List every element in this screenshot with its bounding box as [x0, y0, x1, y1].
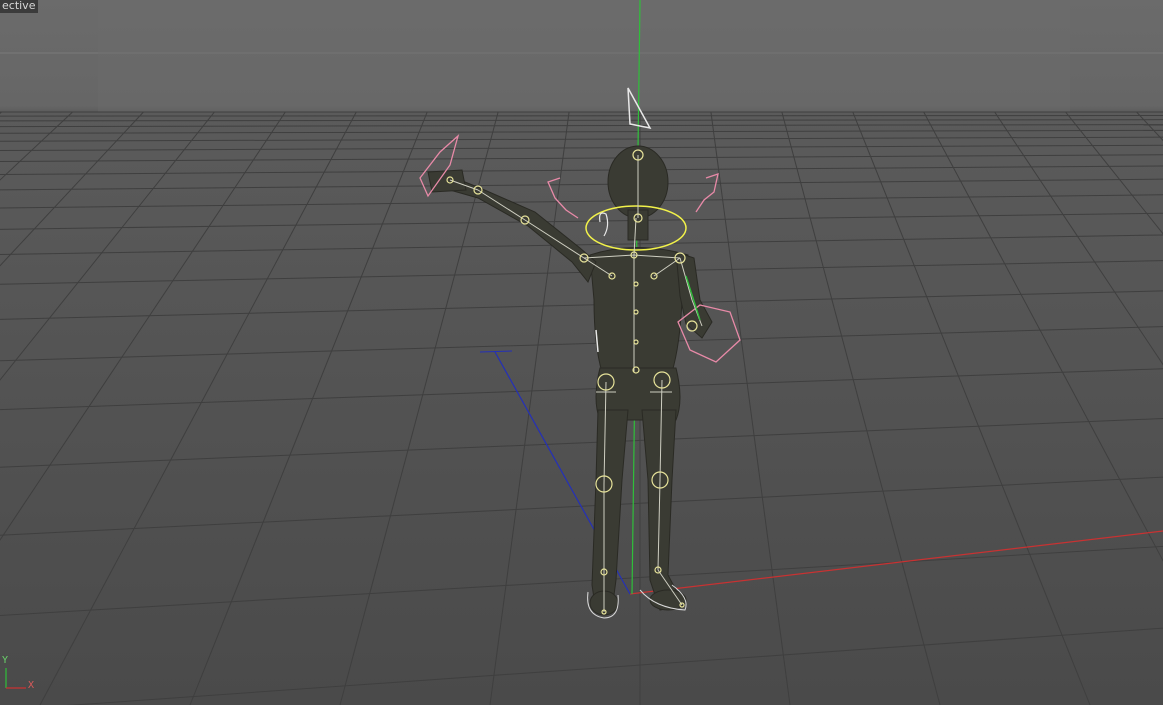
grid-line-cross — [0, 124, 1163, 128]
grid-line-cross — [0, 368, 1163, 411]
axis-gizmo — [5, 668, 26, 689]
grid-line-depth — [710, 111, 791, 705]
grid-line-cross — [0, 417, 1163, 468]
grid-line-depth — [1136, 111, 1163, 142]
grid-line-depth — [923, 111, 1163, 562]
grid-line-depth — [0, 111, 2, 114]
grid-line-cross — [0, 119, 1163, 122]
grid-line-cross — [0, 194, 1163, 209]
figure-arm-lowered[interactable] — [675, 251, 713, 339]
sky-panel — [98, 0, 1070, 112]
grid-line-cross — [0, 212, 1163, 230]
ear-helper-icon — [599, 212, 609, 237]
grid-line-cross — [0, 326, 1163, 362]
floor-grid — [0, 111, 1163, 705]
viewport-canvas[interactable] — [0, 0, 1163, 705]
grid-line-cross — [0, 178, 1163, 191]
figure-leg-left[interactable] — [641, 409, 685, 611]
grid-line-cross — [0, 545, 1163, 617]
grid-line-cross — [0, 144, 1163, 152]
axis-x-label: X — [28, 680, 35, 691]
ik-shoulder-control-left[interactable] — [695, 173, 719, 213]
grid-line-cross — [0, 165, 1163, 176]
axis-y-label: Y — [2, 655, 9, 666]
figure-torso[interactable] — [589, 247, 689, 373]
grid-line-cross — [0, 115, 1163, 117]
grid-line-cross — [0, 136, 1163, 142]
view-label[interactable]: ective — [0, 0, 39, 13]
grid-line-depth — [781, 111, 941, 705]
grid-line-depth — [994, 111, 1163, 366]
grid-line-depth — [339, 111, 499, 705]
grid-line-cross — [0, 154, 1163, 163]
ik-shoulder-control-right[interactable] — [547, 177, 579, 219]
view-label-text: ective — [2, 0, 36, 12]
figure-arm-raised[interactable] — [449, 177, 597, 283]
grid-line-cross — [0, 129, 1163, 134]
grid-line-cross — [0, 290, 1163, 320]
3d-viewport[interactable]: ective Y X — [0, 0, 1163, 705]
grid-line-cross — [67, 627, 1163, 705]
z-axis-tick — [479, 350, 513, 353]
grid-line-depth — [1065, 111, 1163, 235]
